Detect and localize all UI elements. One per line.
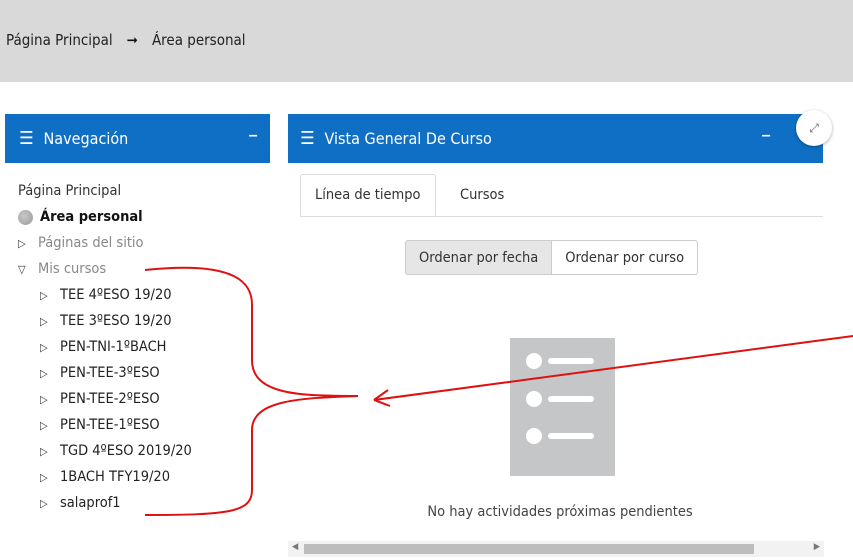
annotation-bracket-bottom (144, 395, 359, 516)
annotation-bracket-top (144, 266, 359, 397)
annotation-overlay (144, 266, 853, 516)
annotation-arrow-line (373, 335, 853, 401)
